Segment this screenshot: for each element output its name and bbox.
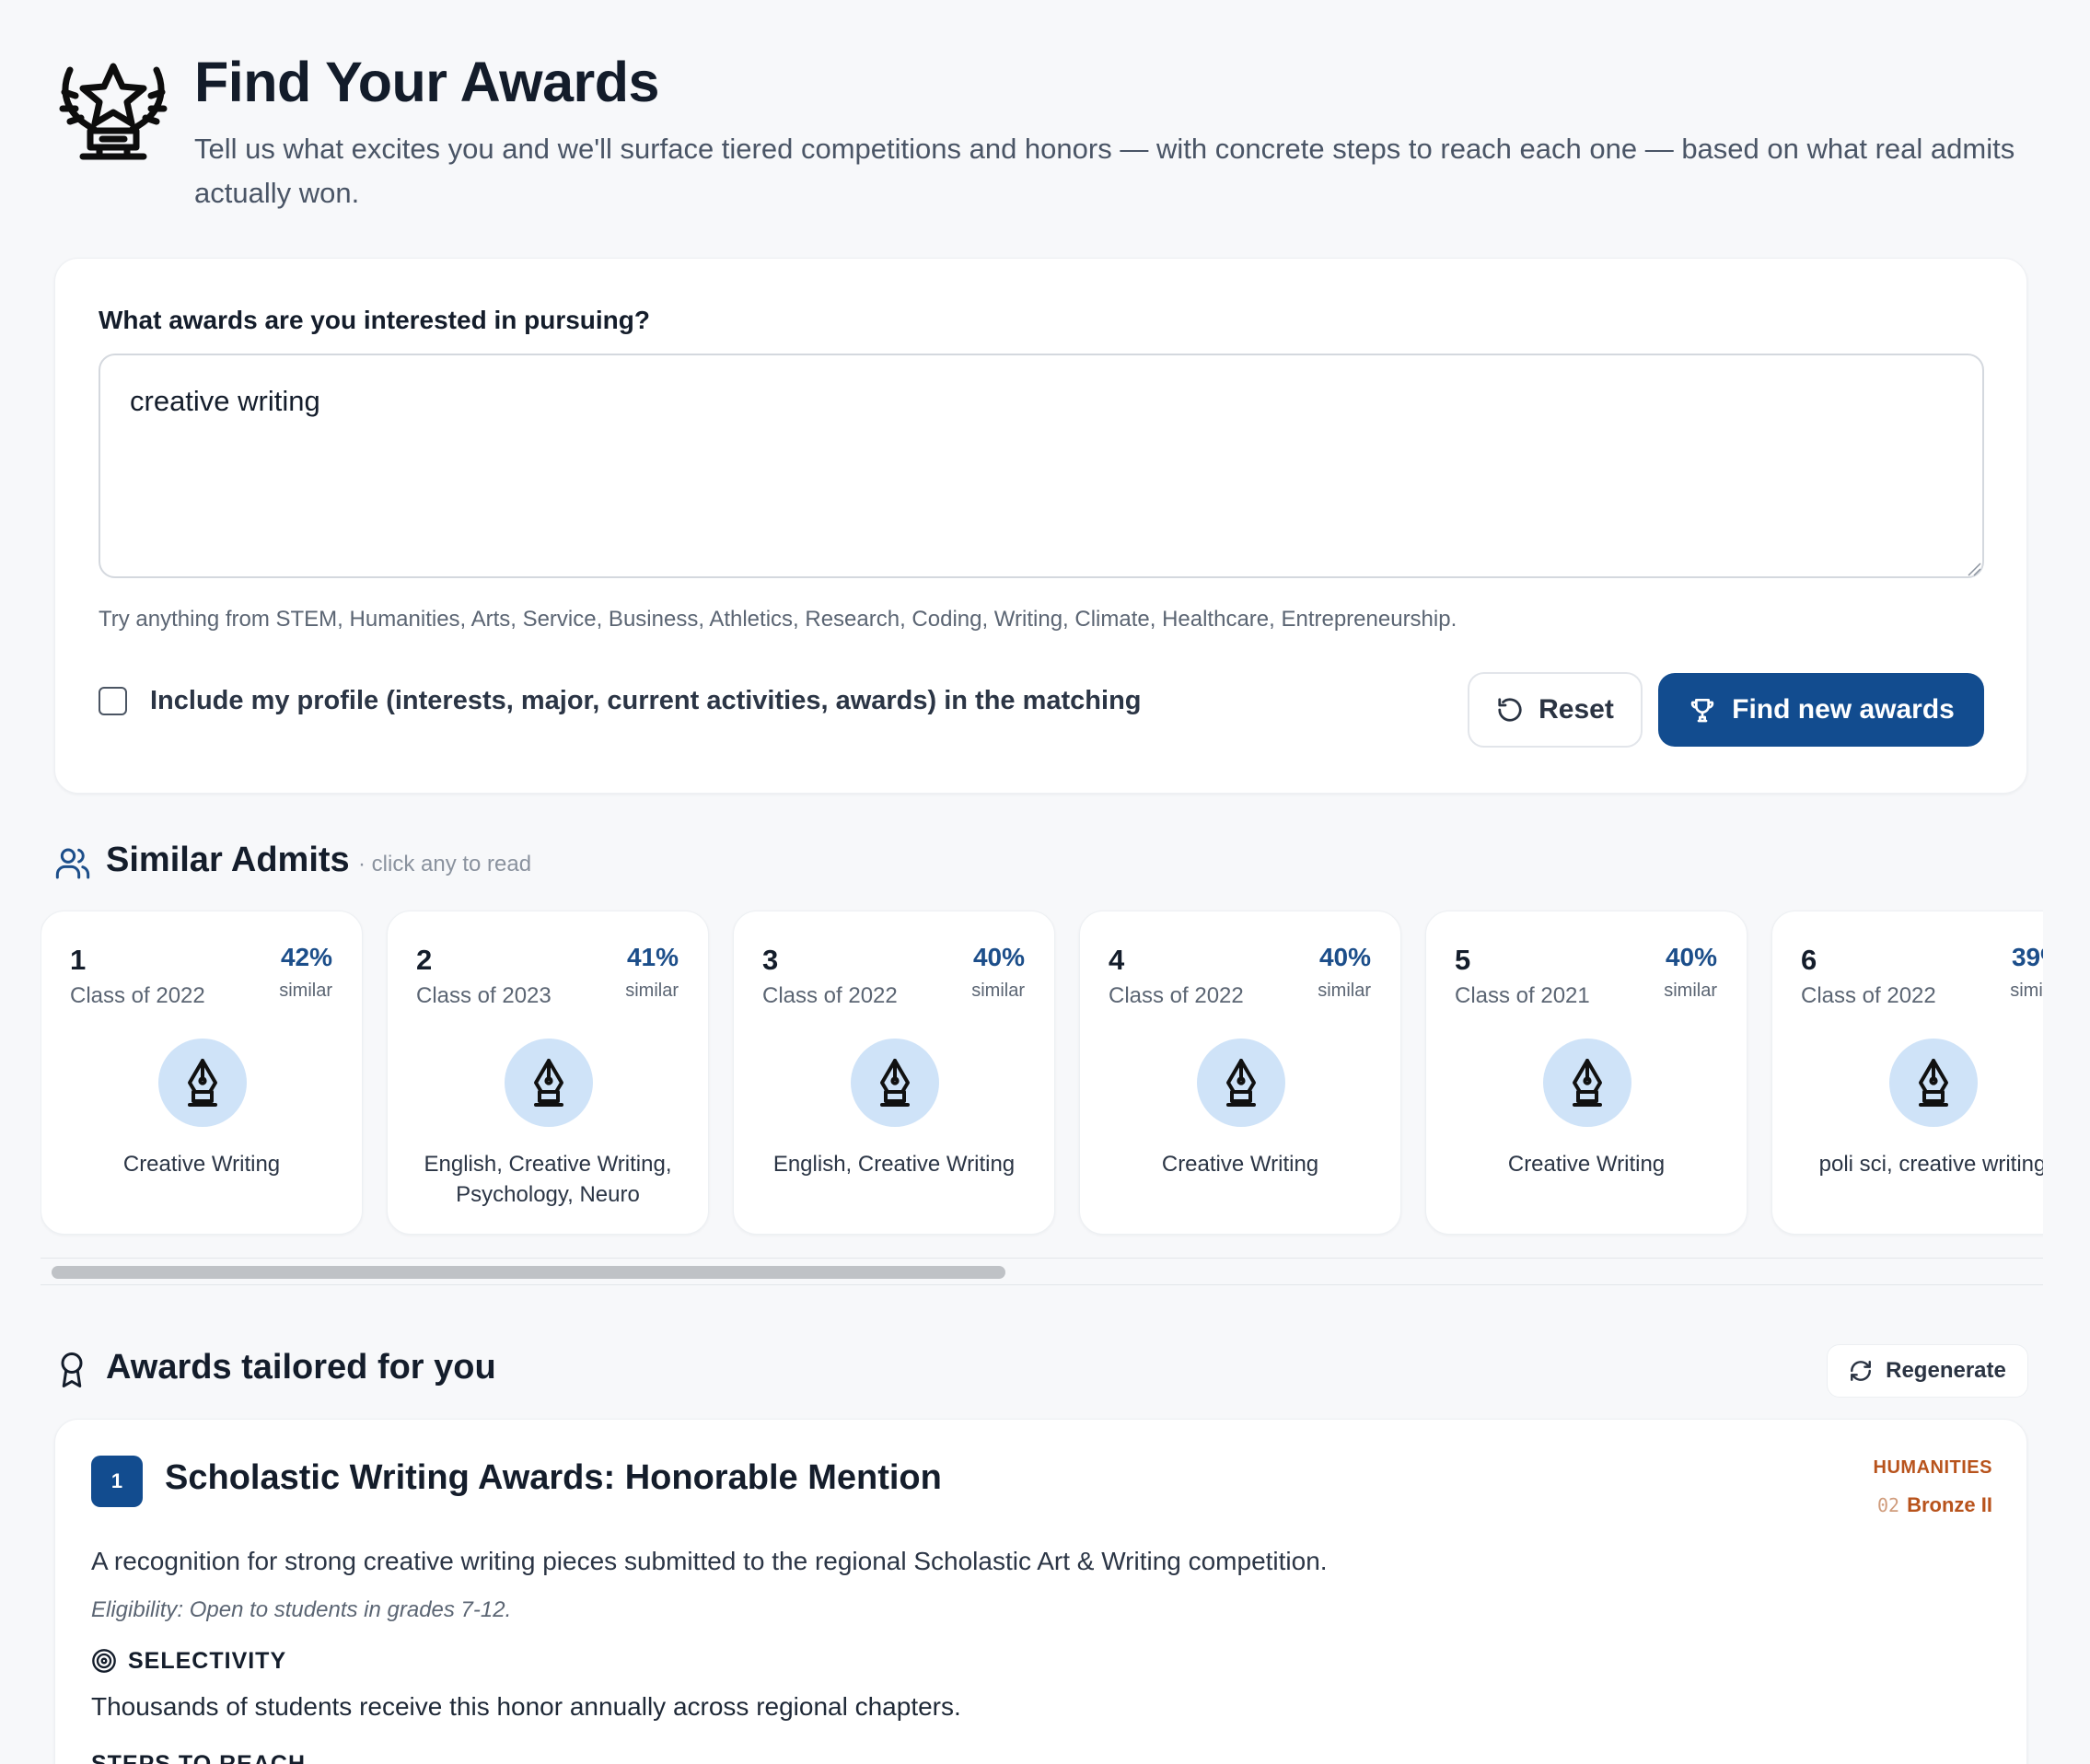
refresh-icon [1851,1361,1872,1381]
admit-similarity: 41% [626,943,679,971]
question-label: What awards are you interested in pursui… [99,306,650,334]
include-profile-checkbox[interactable] [99,687,127,715]
admit-class-year: Class of 2022 [70,983,205,1008]
page-title: Find Your Awards [194,51,659,113]
find-awards-button[interactable]: Find new awards [1658,673,1984,747]
award-tier-label: Bronze II [1907,1493,1992,1516]
award-tier-number: 02 [1877,1494,1900,1516]
admit-similarity: 40% [1665,943,1717,971]
reset-button[interactable]: Reset [1468,672,1643,748]
admit-card[interactable]: 6 Class of 2022 39% similar poli sci, cr… [1771,911,2043,1235]
similar-admits-title: Similar Admits [106,841,350,879]
selectivity-label: SELECTIVITY [128,1648,287,1674]
ribbon-icon [61,1352,83,1387]
avatar [1543,1039,1631,1127]
rotate-ccw-icon [1498,698,1522,722]
similar-admits-hint: · click any to read [358,852,532,876]
admit-similar-word: similar [625,981,679,1001]
pen-nib-icon [1919,1059,1948,1107]
find-awards-label: Find new awards [1732,694,1955,725]
pen-nib-icon [188,1059,217,1107]
page-subtitle: Tell us what excites you and we'll surfa… [194,133,2015,209]
admit-rank: 2 [416,944,433,976]
admit-card[interactable]: 3 Class of 2022 40% similar English, Cre… [733,911,1055,1235]
admit-card[interactable]: 4 Class of 2022 40% similar Creative Wri… [1079,911,1401,1235]
regenerate-button[interactable]: Regenerate [1827,1344,2028,1398]
avatar [505,1039,593,1127]
award-description: A recognition for strong creative writin… [91,1547,1328,1575]
admit-class-year: Class of 2021 [1455,983,1590,1008]
users-icon [55,848,90,879]
admit-major: Creative Writing [122,1152,281,1177]
input-hint: Try anything from STEM, Humanities, Arts… [99,607,1457,632]
admit-rank: 3 [762,944,779,976]
admit-similar-word: similar [279,981,332,1001]
interest-input[interactable] [99,354,1984,578]
admit-class-year: Class of 2022 [762,983,898,1008]
award-name: Scholastic Writing Awards: Honorable Men… [165,1458,942,1497]
regenerate-label: Regenerate [1886,1358,2006,1383]
pen-nib-icon [880,1059,910,1107]
admit-major: English, Creative Writing [772,1152,1016,1177]
admit-major: Creative Writing [1161,1152,1319,1177]
admit-similar-word: similar [2010,981,2043,1001]
admit-similar-word: similar [1664,981,1717,1001]
admit-similarity: 40% [1318,943,1371,971]
admit-rank: 6 [1801,944,1817,976]
pen-nib-icon [1573,1059,1602,1107]
steps-label: STEPS TO REACH [91,1751,307,1764]
trophy-laurel-icon [59,63,168,160]
admit-class-year: Class of 2022 [1109,983,1244,1008]
pen-nib-icon [1226,1059,1256,1107]
selectivity-text: Thousands of students receive this honor… [91,1692,961,1721]
avatar [158,1039,247,1127]
admit-rank: 4 [1109,944,1125,976]
resize-handle-icon[interactable] [1967,562,1981,576]
admit-card[interactable]: 1 Class of 2022 42% similar Creative Wri… [41,911,363,1235]
pen-nib-icon [534,1059,563,1107]
admit-rank: 1 [70,944,87,976]
admit-similar-word: similar [971,981,1025,1001]
admit-similar-word: similar [1318,981,1371,1001]
target-icon [92,1649,116,1673]
avatar [1197,1039,1285,1127]
include-profile-label[interactable]: Include my profile (interests, major, cu… [150,686,1142,716]
admit-rank: 5 [1455,944,1471,976]
admit-similarity: 40% [972,943,1025,971]
admit-similarity: 42% [280,943,332,971]
admit-class-year: Class of 2022 [1801,983,1936,1008]
award-rank-badge: 1 [91,1456,143,1507]
avatar [1889,1039,1978,1127]
scrollbar-thumb[interactable] [52,1266,1005,1279]
admit-major: poli sci, creative writing [1818,1152,2043,1177]
awards-title: Awards tailored for you [106,1348,496,1387]
trophy-icon [1690,699,1714,723]
admit-similarity: 39% [2011,943,2043,971]
avatar [851,1039,939,1127]
reset-label: Reset [1538,694,1614,725]
admit-class-year: Class of 2023 [416,983,552,1008]
award-tier: 02 Bronze II [1805,1493,1992,1517]
award-eligibility: Eligibility: Open to students in grades … [91,1597,512,1622]
award-category: HUMANITIES [1873,1457,1992,1478]
admit-card[interactable]: 2 Class of 2023 41% similar English, Cre… [387,911,709,1235]
similar-admits-strip[interactable]: 1 Class of 2022 42% similar Creative Wri… [41,907,2043,1238]
admit-card[interactable]: 5 Class of 2021 40% similar Creative Wri… [1425,911,1747,1235]
admit-major: English, Creative Writing, Psychology, N… [424,1152,672,1207]
admit-major: Creative Writing [1507,1152,1666,1177]
